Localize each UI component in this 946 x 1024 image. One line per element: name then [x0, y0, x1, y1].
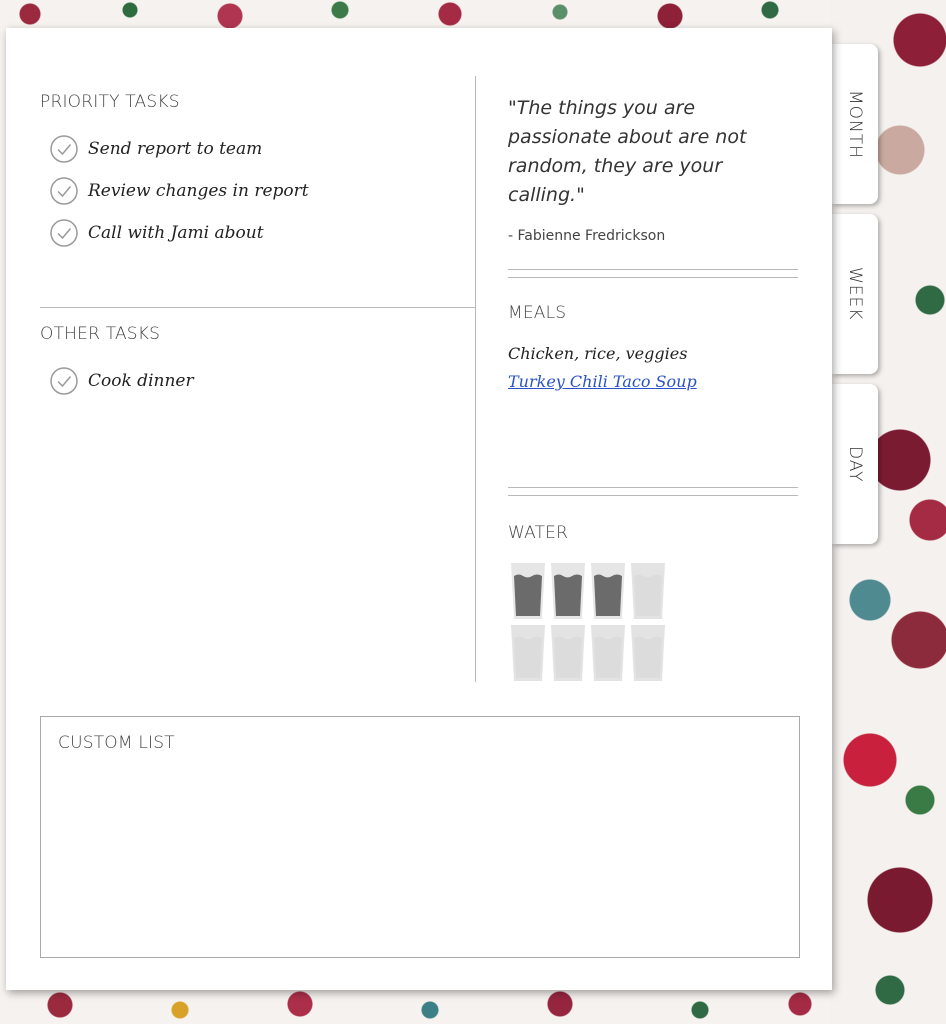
inspirational-quote: "The things you are passionate about are…: [508, 97, 747, 206]
quote-author: - Fabienne Fredrickson: [508, 228, 666, 244]
custom-list-box[interactable]: CUSTOM LIST: [40, 716, 800, 958]
water-glass-filled[interactable]: [510, 562, 546, 620]
tab-month-label: MONTH: [845, 89, 865, 159]
tab-month[interactable]: MONTH: [832, 44, 878, 204]
water-glass-empty[interactable]: [630, 562, 666, 620]
water-glass-filled[interactable]: [590, 562, 626, 620]
meals-title: MEALS: [508, 303, 567, 323]
divider: [508, 277, 798, 278]
custom-list-title: CUSTOM LIST: [58, 733, 175, 753]
other-task-item[interactable]: Cook dinner: [50, 364, 194, 398]
divider: [508, 495, 798, 496]
tab-week[interactable]: WEEK: [832, 214, 878, 374]
priority-tasks-title: PRIORITY TASKS: [40, 92, 180, 112]
tab-day-label: DAY: [845, 445, 865, 483]
task-text: Call with Jami about: [88, 223, 264, 243]
divider: [508, 487, 798, 488]
check-circle-icon[interactable]: [50, 367, 78, 395]
water-glass-empty[interactable]: [550, 624, 586, 682]
divider: [508, 269, 798, 270]
task-text: Cook dinner: [88, 371, 194, 391]
meal-recipe-link[interactable]: Turkey Chili Taco Soup: [508, 372, 697, 391]
check-circle-icon[interactable]: [50, 135, 78, 163]
divider: [40, 307, 475, 308]
check-circle-icon[interactable]: [50, 219, 78, 247]
column-divider: [475, 76, 476, 682]
task-text: Send report to team: [88, 139, 263, 159]
check-circle-icon[interactable]: [50, 177, 78, 205]
water-glass-empty[interactable]: [510, 624, 546, 682]
planner-day-page: PRIORITY TASKS Send report to team Revie…: [6, 28, 832, 990]
meal-item: Chicken, rice, veggies: [508, 344, 688, 363]
priority-task-item[interactable]: Call with Jami about: [50, 216, 264, 250]
water-title: WATER: [508, 523, 569, 543]
tab-day[interactable]: DAY: [832, 384, 878, 544]
water-glass-empty[interactable]: [590, 624, 626, 682]
priority-task-item[interactable]: Review changes in report: [50, 174, 309, 208]
water-glass-empty[interactable]: [630, 624, 666, 682]
priority-task-item[interactable]: Send report to team: [50, 132, 262, 166]
water-glass-filled[interactable]: [550, 562, 586, 620]
tab-week-label: WEEK: [845, 267, 865, 321]
task-text: Review changes in report: [88, 181, 309, 201]
other-tasks-title: OTHER TASKS: [40, 324, 161, 344]
